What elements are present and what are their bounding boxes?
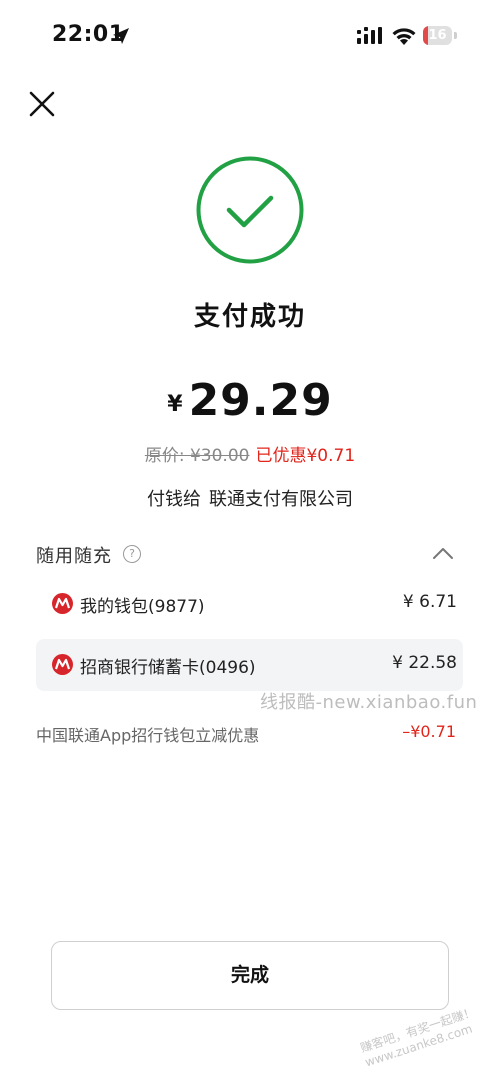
method-label: 招商银行储蓄卡(0496) <box>80 658 256 678</box>
battery-icon: 16 <box>423 26 457 45</box>
amount-value: 29.29 <box>188 375 333 426</box>
done-button[interactable]: 完成 <box>51 941 449 1010</box>
original-price: 原价: ¥30.00 <box>144 446 250 466</box>
cmb-logo-icon <box>52 654 73 675</box>
battery-level: 16 <box>428 28 447 43</box>
currency-symbol: ¥ <box>167 392 183 417</box>
done-button-label: 完成 <box>230 964 269 986</box>
payee-name: 联通支付有限公司 <box>209 489 353 510</box>
watermark: 线报酷-new.xianbao.fun <box>260 692 478 713</box>
discount-amount: 已优惠¥0.71 <box>255 446 356 466</box>
section-label: 随用随充 <box>36 546 112 567</box>
close-icon[interactable] <box>28 90 56 118</box>
chevron-up-icon[interactable] <box>432 546 454 560</box>
status-bar: 22:01 16 <box>0 0 500 74</box>
method-amount: ¥ 22.58 <box>392 653 457 673</box>
payee-line: 付钱给 联通支付有限公司 <box>0 485 500 511</box>
payment-method-section: 随用随充 ? <box>36 542 456 570</box>
success-check-icon <box>196 156 304 264</box>
payment-method-bank-card[interactable]: 招商银行储蓄卡(0496) ¥ 22.58 <box>36 639 463 691</box>
method-amount: ¥ 6.71 <box>402 592 457 612</box>
discount-summary: 原价: ¥30.00 已优惠¥0.71 <box>0 441 500 466</box>
payment-success-title: 支付成功 <box>193 302 306 332</box>
method-label: 我的钱包(9877) <box>80 597 205 617</box>
paid-amount: ¥29.29 <box>0 375 500 426</box>
wifi-icon <box>392 28 416 45</box>
promo-row: 中国联通App招行钱包立减优惠 –¥0.71 <box>36 722 456 746</box>
payment-method-wallet[interactable]: 我的钱包(9877) ¥ 6.71 <box>36 578 463 630</box>
promo-label: 中国联通App招行钱包立减优惠 <box>36 726 260 745</box>
promo-amount: –¥0.71 <box>402 722 456 741</box>
help-icon[interactable]: ? <box>123 545 141 563</box>
location-arrow-icon <box>113 28 129 44</box>
payee-prefix: 付钱给 <box>147 489 201 510</box>
signal-icon <box>357 27 382 44</box>
cmb-logo-icon <box>52 593 73 614</box>
